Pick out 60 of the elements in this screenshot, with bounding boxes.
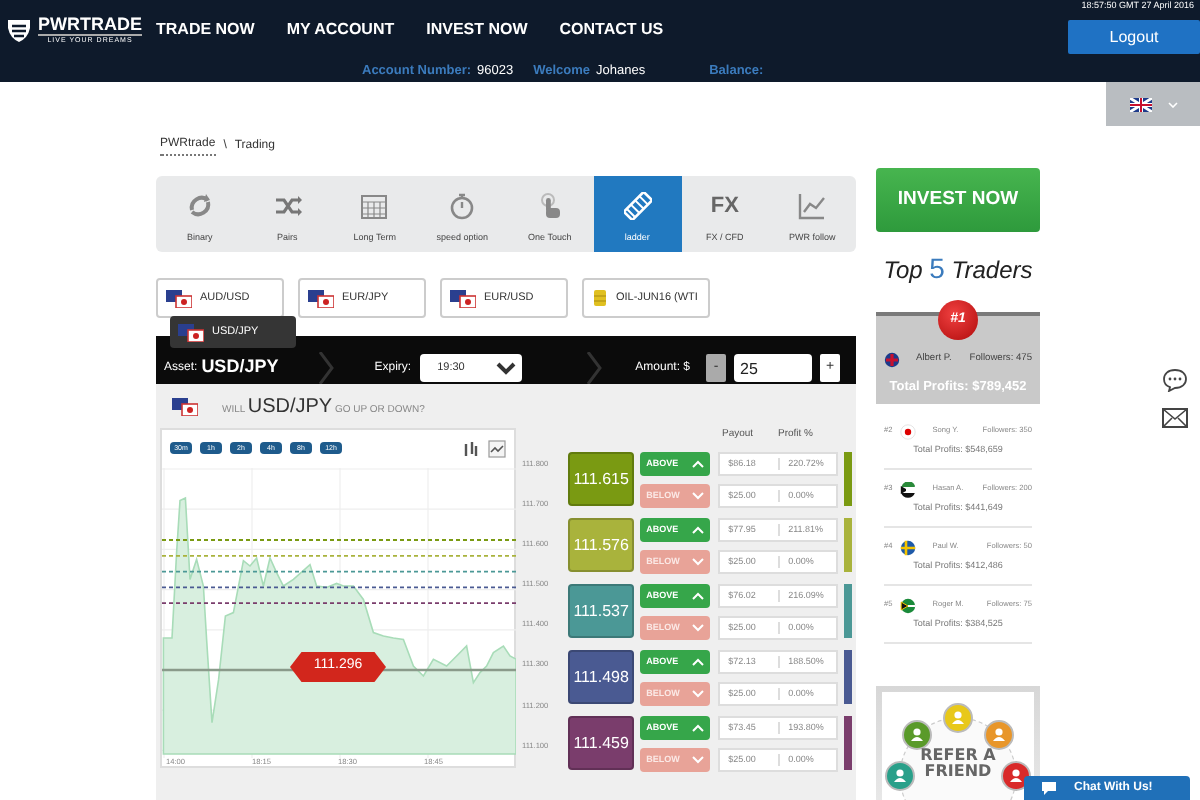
flag-icon: [900, 540, 917, 556]
chevron-down-icon: [692, 756, 705, 764]
flag-icon: [900, 424, 917, 440]
strike-price: 111.498: [568, 650, 635, 704]
candlestick-icon[interactable]: [462, 439, 480, 457]
color-stripe: [844, 650, 852, 704]
chevron-down-icon: [692, 492, 705, 500]
color-stripe: [844, 716, 852, 770]
flag-icon: [884, 352, 900, 368]
chevron-down-icon: [692, 558, 705, 566]
calendar-icon: [360, 191, 389, 220]
chevron-up-icon: [692, 592, 705, 600]
flag-icon: [172, 397, 198, 415]
flag-icon: [178, 323, 204, 341]
nav-link[interactable]: CONTACT US: [559, 18, 664, 42]
envelope-icon[interactable]: [1162, 408, 1188, 428]
ladder-icon: [623, 191, 652, 220]
nav-link[interactable]: MY ACCOUNT: [286, 18, 395, 42]
chevron-up-icon: [692, 658, 705, 666]
chevron-separator-icon: [318, 352, 335, 384]
color-stripe: [844, 452, 852, 506]
caret-icon: [1167, 101, 1177, 107]
section-title: Top 5 Traders: [881, 250, 1035, 288]
line-chart-icon[interactable]: [488, 439, 506, 457]
logo-text: PWRTRADE: [38, 15, 142, 34]
flag-icon: [1129, 97, 1151, 111]
fx-icon: FX: [681, 191, 769, 220]
chat-bubble-icon[interactable]: [1162, 368, 1188, 392]
stopwatch-icon: [448, 191, 477, 220]
flag-icon: [900, 598, 917, 614]
flag-icon: [308, 289, 334, 307]
strike-price: 111.615: [568, 452, 635, 506]
chevron-up-icon: [692, 460, 705, 468]
shuffle-icon: [273, 191, 302, 220]
flag-icon: [450, 289, 476, 307]
chevron-separator-icon: [586, 352, 603, 384]
language-dropdown[interactable]: [1106, 82, 1200, 126]
asset-value: USD/JPY: [201, 354, 279, 381]
circular-arrows-icon: [185, 191, 214, 220]
strike-price: 111.576: [568, 518, 635, 572]
oil-barrel-icon: [592, 288, 608, 308]
color-stripe: [844, 518, 852, 572]
amount-field[interactable]: 25: [734, 354, 812, 382]
nav-link[interactable]: INVEST NOW: [426, 18, 528, 42]
strike-price: 111.459: [568, 716, 635, 770]
pointing-hand-icon: [535, 191, 564, 220]
logout-button[interactable]: Logout: [1068, 20, 1200, 55]
chevron-down-icon: [692, 690, 705, 698]
chevron-up-icon: [692, 526, 705, 534]
shield-logo-icon: [8, 18, 30, 42]
flag-icon: [900, 482, 917, 498]
strike-price: 111.537: [568, 584, 635, 638]
flag-icon: [166, 289, 192, 307]
nav-link[interactable]: TRADE NOW: [156, 18, 255, 42]
line-chart-icon: [798, 191, 827, 220]
chevron-up-icon: [692, 724, 705, 732]
banner-text: REFER A FRIEND: [918, 748, 998, 782]
color-stripe: [844, 584, 852, 638]
chevron-down-icon: [692, 624, 705, 632]
chat-bubble-icon: [1040, 780, 1058, 796]
